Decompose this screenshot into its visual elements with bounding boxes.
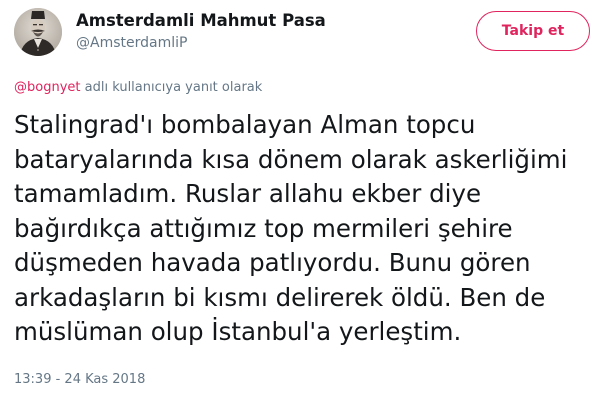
tweet-text: Stalingrad'ı bombalayan Alman topcu bata… — [14, 108, 610, 350]
reply-context-text: adlı kullanıcıya yanıt olarak — [80, 80, 263, 95]
tweet-text-line: bataryalarında kısa dönem olarak askerli… — [14, 144, 568, 174]
tweet-text-line: müslüman olup İstanbul'a yerleştim. — [14, 317, 462, 346]
tweet-text-line: düşmeden havada patlıyordu. Bunu gören — [14, 248, 531, 277]
tweet-text-line: bağırdıkça attığımız top mermileri şehir… — [14, 213, 513, 243]
reply-mention-link[interactable]: @bognyet — [14, 80, 81, 95]
tweet-text-line: Stalingrad'ı bombalayan Alman topcu — [14, 110, 476, 139]
tweet-text-line: arkadaşların bi kısmı delirerek öldü. Be… — [14, 282, 546, 312]
follow-button[interactable]: Takip et — [476, 11, 590, 51]
avatar[interactable] — [14, 8, 62, 56]
reply-context: @bognyet adlı kullanıcıya yanıt olarak — [14, 80, 262, 95]
author-handle[interactable]: @AmsterdamliP — [76, 35, 187, 51]
author-name[interactable]: Amsterdamli Mahmut Pasa — [76, 11, 326, 30]
tweet-card: Amsterdamli Mahmut Pasa @AmsterdamliP Ta… — [0, 0, 615, 401]
avatar-portrait-icon — [14, 8, 62, 56]
tweet-timestamp[interactable]: 13:39 - 24 Kas 2018 — [14, 372, 145, 387]
tweet-text-line: tamamladım. Ruslar allahu ekber diye — [14, 179, 482, 208]
